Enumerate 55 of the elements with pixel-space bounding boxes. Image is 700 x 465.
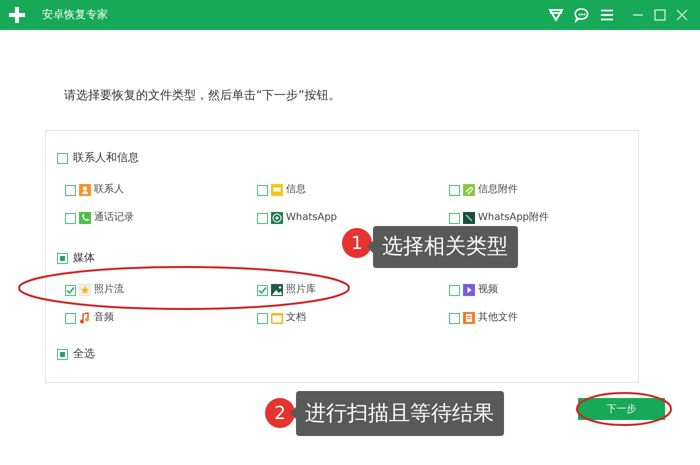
checkbox[interactable] xyxy=(449,212,460,224)
file-type-label: 信息附件 xyxy=(478,183,518,197)
checkbox[interactable] xyxy=(449,184,460,196)
next-button[interactable]: 下一步 xyxy=(578,398,665,420)
checkbox[interactable] xyxy=(65,284,76,296)
chat-bubble-icon[interactable] xyxy=(574,7,590,23)
file-type-label: 其他文件 xyxy=(478,311,518,325)
folder-icon xyxy=(271,312,283,324)
checkbox[interactable] xyxy=(449,284,460,296)
checkbox[interactable] xyxy=(257,212,268,224)
checkbox[interactable] xyxy=(257,312,268,324)
checkbox[interactable] xyxy=(57,348,68,360)
checkbox[interactable] xyxy=(257,284,268,296)
file-type-label: 通话记录 xyxy=(94,211,134,225)
message-icon xyxy=(271,184,283,196)
group-label: 媒体 xyxy=(73,251,95,265)
file-type-label: 文档 xyxy=(286,311,306,325)
chat-phone-icon xyxy=(271,212,283,224)
callout-label: 选择相关类型 xyxy=(373,226,518,268)
diamond-icon[interactable] xyxy=(548,8,564,22)
file-type-label: 联系人 xyxy=(94,183,124,197)
instruction-text: 请选择要恢复的文件类型，然后单击“下一步”按钮。 xyxy=(64,88,340,102)
checkbox[interactable] xyxy=(57,152,68,164)
step-number-badge: 2 xyxy=(265,398,295,428)
callout-label: 进行扫描且等待结果 xyxy=(296,391,504,436)
checkbox[interactable] xyxy=(57,252,68,264)
file-type-label: 信息 xyxy=(286,183,306,197)
checkbox[interactable] xyxy=(257,184,268,196)
person-card-icon xyxy=(79,184,91,196)
checkbox[interactable] xyxy=(65,212,76,224)
file-type-label: WhatsApp xyxy=(286,211,338,225)
window-title: 安卓恢复专家 xyxy=(42,6,108,23)
checkbox[interactable] xyxy=(65,184,76,196)
document-icon xyxy=(463,312,475,324)
file-type-label: 音频 xyxy=(94,311,114,325)
group-label: 全选 xyxy=(73,347,95,361)
landscape-photo-icon xyxy=(271,284,283,296)
step-number-badge: 1 xyxy=(342,228,372,258)
music-note-icon xyxy=(79,312,91,324)
file-type-label: WhatsApp附件 xyxy=(478,211,550,225)
file-type-label: 视频 xyxy=(478,283,498,297)
checkbox[interactable] xyxy=(65,312,76,324)
plus-logo-icon xyxy=(8,6,26,24)
close-icon[interactable] xyxy=(676,9,688,21)
paperclip-icon xyxy=(463,184,475,196)
checkbox[interactable] xyxy=(449,312,460,324)
maximize-icon[interactable] xyxy=(654,9,666,21)
phone-icon xyxy=(79,212,91,224)
chat-file-icon xyxy=(463,212,475,224)
file-type-label: 照片流 xyxy=(94,283,124,297)
file-type-label: 照片库 xyxy=(286,283,316,297)
menu-icon[interactable] xyxy=(600,9,614,21)
play-icon xyxy=(463,284,475,296)
star-photo-icon xyxy=(79,284,91,296)
group-label: 联系人和信息 xyxy=(73,151,139,165)
